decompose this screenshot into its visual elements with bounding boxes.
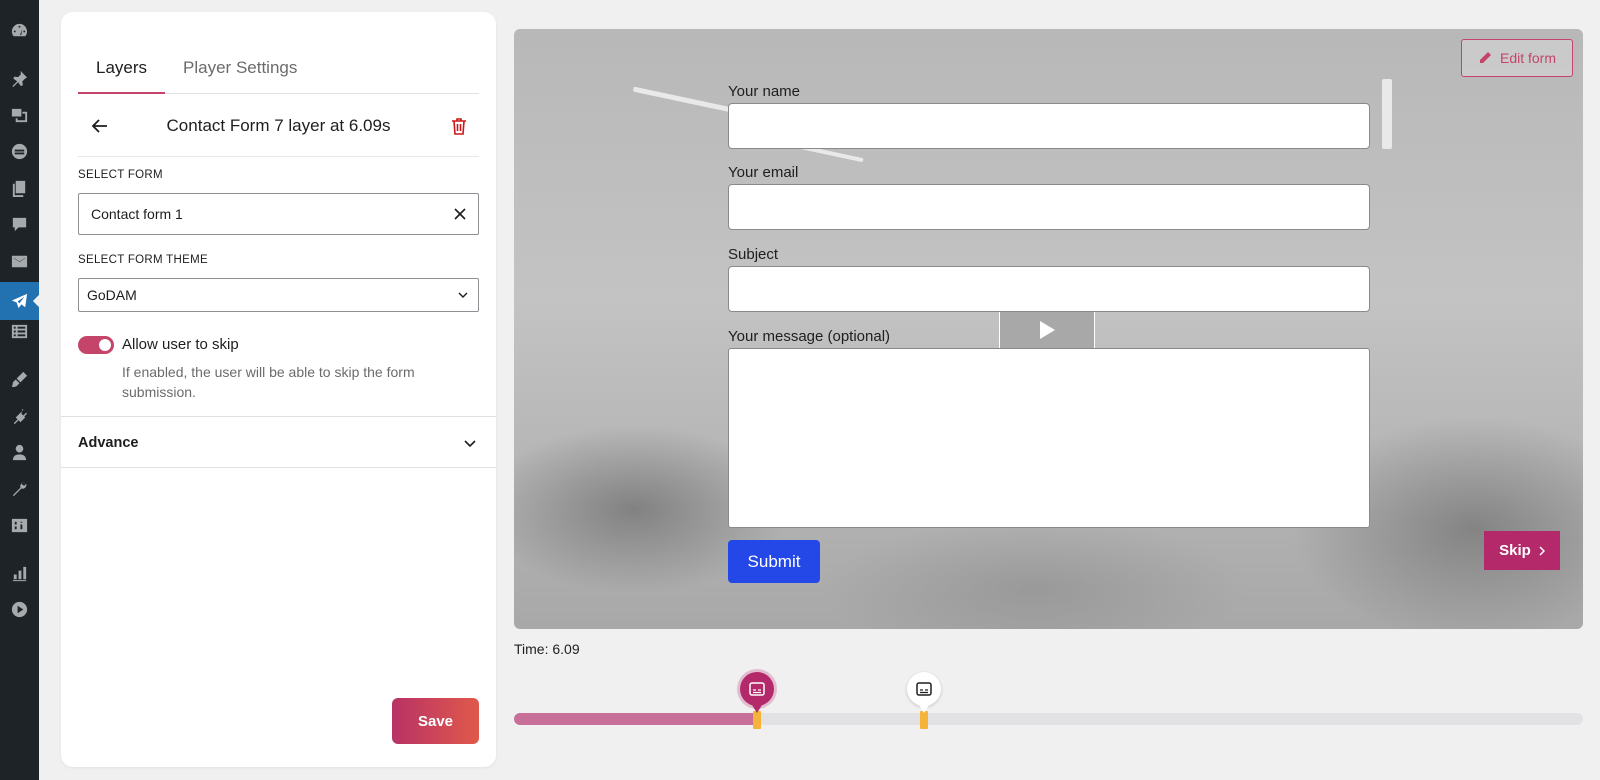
message-label: Your message (optional)	[728, 328, 891, 345]
your-email-input[interactable]	[728, 184, 1370, 230]
layer-settings-panel: Layers Player Settings Contact Form 7 la…	[61, 12, 496, 767]
message-textarea[interactable]	[728, 348, 1370, 528]
allow-skip-label: Allow user to skip	[122, 336, 239, 353]
media-icon[interactable]	[8, 104, 30, 126]
tab-layers[interactable]: Layers	[78, 38, 166, 94]
pages-icon[interactable]	[8, 177, 30, 199]
trash-icon	[452, 118, 466, 135]
tools-icon[interactable]	[8, 478, 30, 500]
subtitles-icon	[916, 682, 933, 696]
wp-admin-sidebar	[0, 0, 40, 780]
delete-layer-button[interactable]	[447, 114, 471, 138]
clear-icon[interactable]	[454, 208, 466, 220]
timeline-marker-stem	[920, 711, 929, 729]
comments-icon[interactable]	[8, 213, 30, 235]
tab-player-settings[interactable]: Player Settings	[165, 38, 315, 94]
select-theme-value: GoDAM	[87, 287, 137, 303]
edit-form-label: Edit form	[1499, 50, 1556, 66]
your-name-label: Your name	[728, 83, 800, 100]
advance-section-toggle[interactable]: Advance	[61, 416, 496, 468]
appearance-icon[interactable]	[8, 368, 30, 390]
skip-button[interactable]: Skip	[1484, 531, 1560, 570]
timeline-progress	[514, 713, 757, 725]
chevron-down-icon	[464, 435, 476, 453]
your-name-input[interactable]	[728, 103, 1370, 149]
mail-icon[interactable]	[8, 250, 30, 272]
forms-icon[interactable]	[8, 320, 30, 342]
timeline-track[interactable]	[514, 713, 1583, 725]
layer-header: Contact Form 7 layer at 6.09s	[78, 94, 479, 157]
video-preview[interactable]: Edit form Your name Your email Subject Y…	[514, 29, 1583, 629]
your-email-label: Your email	[728, 164, 799, 181]
godam-menu-item[interactable]	[0, 282, 40, 320]
ceiling-light	[1382, 79, 1392, 149]
advance-label: Advance	[78, 435, 139, 451]
chevron-right-icon	[1539, 545, 1545, 556]
select-form-value: Contact form 1	[91, 206, 183, 222]
subject-label: Subject	[728, 246, 779, 263]
play-icon	[1040, 321, 1055, 339]
stream-icon[interactable]	[8, 140, 30, 162]
analytics-icon[interactable]	[8, 562, 30, 584]
panel-tabs: Layers Player Settings	[78, 38, 479, 94]
submit-button[interactable]: Submit	[728, 540, 820, 583]
settings-icon[interactable]	[8, 514, 30, 536]
allow-skip-help: If enabled, the user will be able to ski…	[122, 364, 415, 400]
time-readout: Time: 6.09	[514, 641, 580, 657]
skip-label: Skip	[1499, 542, 1531, 559]
select-form-combobox[interactable]: Contact form 1	[78, 193, 479, 235]
subtitles-icon	[748, 682, 765, 696]
users-icon[interactable]	[8, 441, 30, 463]
plugins-icon[interactable]	[8, 405, 30, 427]
godam-icon	[8, 290, 30, 312]
save-button[interactable]: Save	[392, 698, 479, 744]
chevron-down-icon	[458, 292, 468, 298]
allow-skip-toggle[interactable]	[78, 336, 114, 354]
layer-title: Contact Form 7 layer at 6.09s	[166, 116, 391, 135]
select-theme-label: SELECT FORM THEME	[78, 254, 208, 266]
dashboard-icon[interactable]	[8, 19, 30, 41]
timeline-layer-marker-2[interactable]	[907, 672, 942, 713]
timeline-layer-marker-1[interactable]	[739, 672, 774, 713]
subject-input[interactable]	[728, 266, 1370, 312]
video-play-icon[interactable]	[8, 598, 30, 620]
play-button[interactable]	[999, 312, 1095, 348]
pin-icon[interactable]	[8, 67, 30, 89]
pencil-icon	[1479, 52, 1491, 63]
select-form-label: SELECT FORM	[78, 169, 163, 181]
edit-form-button[interactable]: Edit form	[1461, 39, 1573, 77]
select-theme-dropdown[interactable]: GoDAM	[78, 278, 479, 312]
timeline-marker-stem	[752, 711, 761, 729]
